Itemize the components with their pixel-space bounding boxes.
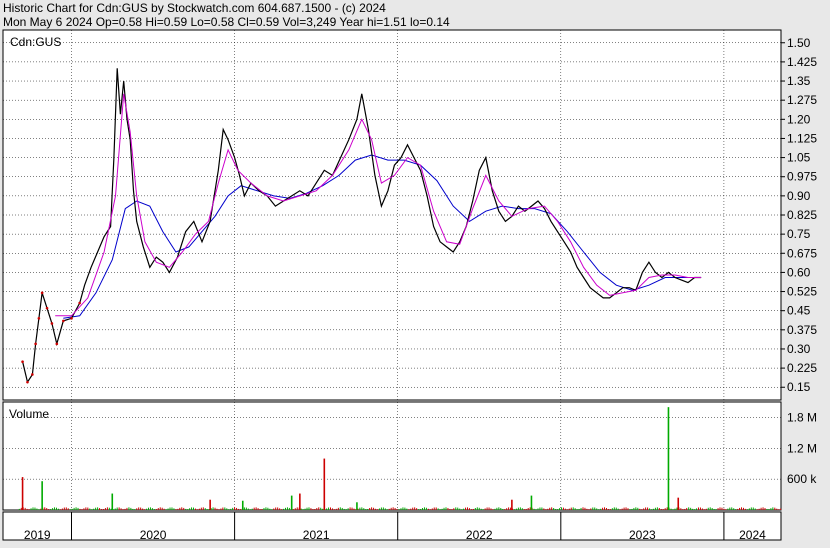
volume-y-axis: 1.8 M 1.2 M 600 k bbox=[787, 410, 817, 486]
price-y-tick-label: 1.20 bbox=[787, 112, 811, 126]
price-point bbox=[70, 317, 73, 320]
volume-y-tick-label: 1.8 M bbox=[787, 410, 817, 424]
price-point bbox=[31, 373, 34, 376]
price-point bbox=[26, 380, 29, 384]
price-y-tick-label: 0.90 bbox=[787, 189, 811, 203]
price-y-tick-label: 0.60 bbox=[787, 265, 811, 279]
volume-y-tick-label: 600 k bbox=[787, 472, 817, 486]
price-panel bbox=[2, 29, 782, 401]
price-point bbox=[34, 342, 37, 346]
price-y-tick-label: 0.30 bbox=[787, 342, 811, 356]
volume-y-tick-label: 1.2 M bbox=[787, 441, 817, 455]
price-y-tick-label: 0.15 bbox=[787, 380, 811, 394]
price-y-tick-label: 0.825 bbox=[787, 208, 817, 222]
volume-panel bbox=[2, 401, 782, 511]
price-point bbox=[78, 301, 81, 305]
price-y-axis: 1.50 1.425 1.35 1.275 1.20 1.125 1.05 0.975 0.90… bbox=[781, 36, 817, 394]
header-line-2: Mon May 6 2024 Op=0.58 Hi=0.59 Lo=0.58 C… bbox=[3, 15, 450, 29]
price-point bbox=[37, 317, 41, 320]
price-y-tick-label: 0.375 bbox=[787, 323, 817, 337]
chart-svg: Historic Chart for Cdn:GUS by Stockwatch… bbox=[2, 1, 817, 542]
price-y-tick-label: 1.05 bbox=[787, 151, 811, 165]
x-year-label: 2019 bbox=[24, 528, 51, 542]
price-y-tick-label: 0.75 bbox=[787, 227, 811, 241]
x-year-label: 2023 bbox=[629, 528, 656, 542]
price-point bbox=[40, 291, 44, 295]
x-year-label: 2024 bbox=[739, 528, 766, 542]
price-y-tick-label: 0.525 bbox=[787, 285, 817, 299]
price-y-tick-label: 0.45 bbox=[787, 304, 811, 318]
x-year-label: 2022 bbox=[466, 528, 493, 542]
price-y-tick-label: 1.425 bbox=[787, 55, 817, 69]
price-point bbox=[55, 342, 59, 346]
volume-label: Volume bbox=[9, 407, 49, 421]
stock-chart: Historic Chart for Cdn:GUS by Stockwatch… bbox=[0, 0, 830, 543]
x-axis-strip bbox=[2, 511, 782, 541]
price-point bbox=[62, 319, 65, 323]
price-y-tick-label: 0.675 bbox=[787, 246, 817, 260]
price-point bbox=[50, 322, 54, 325]
price-y-tick-label: 0.975 bbox=[787, 170, 817, 184]
x-year-label: 2021 bbox=[303, 528, 330, 542]
price-y-tick-label: 1.50 bbox=[787, 36, 811, 50]
price-y-tick-label: 1.35 bbox=[787, 74, 811, 88]
price-y-tick-label: 1.275 bbox=[787, 93, 817, 107]
x-year-label: 2020 bbox=[140, 528, 167, 542]
price-point bbox=[45, 306, 49, 310]
header-line-1: Historic Chart for Cdn:GUS by Stockwatch… bbox=[3, 1, 386, 15]
price-point bbox=[21, 360, 24, 364]
price-y-tick-label: 0.225 bbox=[787, 361, 817, 375]
price-y-tick-label: 1.125 bbox=[787, 131, 817, 145]
ticker-label: Cdn:GUS bbox=[10, 35, 61, 49]
